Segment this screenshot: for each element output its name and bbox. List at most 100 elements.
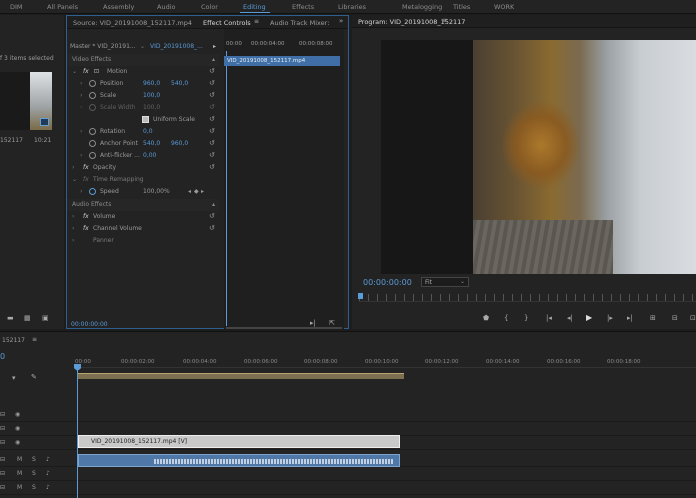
folder-icon[interactable]: ▬ (7, 315, 14, 322)
expand-panner-icon[interactable]: › (72, 237, 74, 244)
master-clip-label[interactable]: Master * VID_20191... (70, 43, 136, 50)
snap-icon[interactable]: ▾ (12, 375, 16, 382)
opacity-row[interactable]: › fx Opacity ↺ (67, 162, 219, 174)
v1-lock-icon[interactable]: ⊟ (0, 439, 5, 446)
more-panels-icon[interactable]: » (339, 18, 343, 25)
effect-controls-mini-timeline[interactable]: 00:00 00:00:04:00 00:00:08:00 VID_201910… (224, 29, 344, 329)
add-keyframe-icon[interactable]: ◆ (194, 188, 199, 195)
speed-stopwatch-icon[interactable] (89, 188, 96, 195)
mini-scrollbar[interactable] (226, 327, 342, 329)
a3-solo-button[interactable]: S (32, 484, 36, 491)
video-clip[interactable]: VID_20191008_152117.mp4 [V] (78, 435, 400, 448)
work-area-bar[interactable] (78, 373, 404, 379)
zoom-select[interactable]: Fit ⌄ (421, 277, 469, 287)
scale-reset-icon[interactable]: ↺ (209, 91, 215, 99)
tab-audio-track-mixer[interactable]: Audio Track Mixer: (270, 19, 329, 27)
program-time-ruler[interactable] (359, 294, 696, 302)
panner-row[interactable]: › Panner (67, 235, 219, 247)
collapse-up-icon[interactable]: ▴ (212, 56, 215, 63)
uniform-scale-reset-icon[interactable]: ↺ (209, 115, 215, 123)
anti-flicker-stopwatch-icon[interactable] (89, 152, 96, 159)
mark-out-icon[interactable]: } (524, 315, 528, 322)
position-stopwatch-icon[interactable] (89, 80, 96, 87)
sequence-tab[interactable]: 152117 (2, 337, 25, 344)
a1-mic-icon[interactable]: ♪ (46, 456, 50, 463)
program-video-frame[interactable] (381, 40, 696, 274)
motion-reset-icon[interactable]: ↺ (209, 67, 215, 75)
a3-mic-icon[interactable]: ♪ (46, 484, 50, 491)
next-keyframe-icon[interactable]: ▸ (201, 188, 204, 195)
a2-mic-icon[interactable]: ♪ (46, 470, 50, 477)
opacity-reset-icon[interactable]: ↺ (209, 163, 215, 171)
expand-opacity-icon[interactable]: › (72, 164, 74, 171)
program-menu-icon[interactable]: ≡ (442, 18, 447, 24)
filter-icon[interactable]: ▸| (310, 320, 316, 327)
workspace-effects[interactable]: Effects (292, 3, 314, 11)
effect-controls-timecode[interactable]: 00:00:00:00 (71, 321, 108, 328)
volume-row[interactable]: › fx Volume ↺ (67, 211, 219, 223)
expand-speed-icon[interactable]: › (80, 188, 82, 195)
channel-volume-row[interactable]: › fx Channel Volume ↺ (67, 223, 219, 235)
master-chevron-icon[interactable]: ⌄ (140, 43, 145, 50)
rotation-stopwatch-icon[interactable] (89, 128, 96, 135)
anchor-stopwatch-icon[interactable] (89, 140, 96, 147)
workspace-metalogging[interactable]: Metalogging (402, 3, 442, 11)
speed-value[interactable]: 100,00% (143, 188, 170, 195)
expand-position-icon[interactable]: › (80, 80, 82, 87)
v1-eye-icon[interactable]: ◉ (15, 439, 20, 446)
anchor-y-value[interactable]: 960,0 (171, 140, 188, 147)
position-x-value[interactable]: 960,0 (143, 80, 160, 87)
scale-value[interactable]: 100,0 (143, 92, 160, 99)
v2-eye-icon[interactable]: ◉ (15, 425, 20, 432)
workspace-audio[interactable]: Audio (157, 3, 175, 11)
go-to-in-icon[interactable]: |◂ (546, 315, 552, 322)
sequence-menu-icon[interactable]: ≡ (32, 337, 37, 343)
a1-solo-button[interactable]: S (32, 456, 36, 463)
mini-clip-bar[interactable]: VID_20191008_152117.mp4 (224, 56, 340, 66)
expand-rotation-icon[interactable]: › (80, 128, 82, 135)
play-icon[interactable]: ▶ (586, 314, 592, 322)
mark-in-icon[interactable]: { (504, 315, 508, 322)
expand-volume-icon[interactable]: › (72, 213, 74, 220)
program-title[interactable]: Program: VID_20191008_152117 (358, 18, 465, 26)
program-timecode[interactable]: 00:00:00:00 (363, 278, 412, 287)
panel-menu-icon[interactable]: ≡ (254, 19, 259, 25)
anti-flicker-reset-icon[interactable]: ↺ (209, 151, 215, 159)
position-reset-icon[interactable]: ↺ (209, 79, 215, 87)
mini-playhead[interactable] (226, 51, 227, 326)
delete-icon[interactable]: ▣ (42, 315, 49, 322)
v3-eye-icon[interactable]: ◉ (15, 411, 20, 418)
scale-stopwatch-icon[interactable] (89, 92, 96, 99)
motion-transform-icon[interactable]: ⊡ (94, 68, 99, 75)
workspace-color[interactable]: Color (201, 3, 218, 11)
a2-solo-button[interactable]: S (32, 470, 36, 477)
tab-effect-controls[interactable]: Effect Controls (203, 19, 251, 27)
v2-lock-icon[interactable]: ⊟ (0, 425, 5, 432)
lift-icon[interactable]: ⊞ (650, 315, 656, 322)
expand-scale-icon[interactable]: › (80, 92, 82, 99)
prev-keyframe-icon[interactable]: ◂ (188, 188, 191, 195)
a1-mute-button[interactable]: M (17, 456, 22, 463)
add-marker-icon[interactable]: ⬟ (483, 315, 489, 322)
anchor-reset-icon[interactable]: ↺ (209, 139, 215, 147)
expand-motion-icon[interactable]: ⌄ (72, 68, 77, 75)
rotation-reset-icon[interactable]: ↺ (209, 127, 215, 135)
timeline-ruler[interactable]: 00:00 00:00:02:00 00:00:04:00 00:00:06:0… (75, 356, 696, 368)
expand-channel-volume-icon[interactable]: › (72, 225, 74, 232)
workspace-libraries[interactable]: Libraries (338, 3, 366, 11)
volume-reset-icon[interactable]: ↺ (209, 212, 215, 220)
play-only-icon[interactable]: ▸ (213, 43, 216, 50)
wrench-icon[interactable]: ✎ (31, 374, 37, 381)
extract-icon[interactable]: ⊟ (672, 315, 678, 322)
step-back-icon[interactable]: ◂| (567, 315, 573, 322)
a3-mute-button[interactable]: M (17, 484, 22, 491)
anchor-x-value[interactable]: 540,0 (143, 140, 160, 147)
workspace-assembly[interactable]: Assembly (103, 3, 134, 11)
new-item-icon[interactable]: ▦ (24, 315, 31, 322)
workspace-all-panels[interactable]: All Panels (47, 3, 78, 11)
workspace-work[interactable]: WORK (494, 3, 514, 11)
sequence-clip-label[interactable]: VID_20191008_... (150, 43, 203, 50)
timeline-playhead[interactable] (77, 365, 78, 498)
audio-clip[interactable] (78, 454, 400, 467)
channel-volume-reset-icon[interactable]: ↺ (209, 224, 215, 232)
